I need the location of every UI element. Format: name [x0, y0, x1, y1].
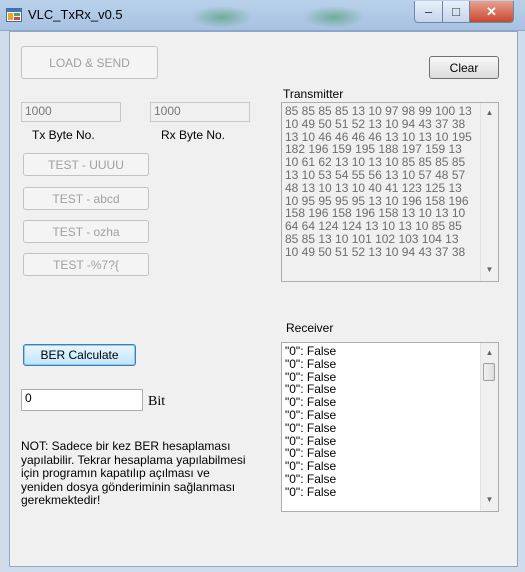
transmitter-line: 48 13 10 13 10 40 41 123 125 13 [285, 180, 462, 195]
tx-byte-label: Tx Byte No. [32, 128, 95, 142]
test-ozha-button[interactable]: TEST - ozha [23, 220, 149, 243]
rx-byte-field[interactable]: 1000 [150, 102, 250, 122]
receiver-textbox[interactable]: "0": False "0": False "0": False "0": False… [281, 342, 499, 512]
receiver-line: "0": False [285, 420, 337, 435]
window-title: VLC_TxRx_v0.5 [28, 7, 123, 22]
receiver-content: "0": False "0": False "0": False "0": False… [285, 345, 478, 499]
receiver-label: Receiver [286, 321, 334, 335]
receiver-line: "0": False [285, 356, 337, 371]
transmitter-textbox[interactable]: 85 85 85 85 13 10 97 98 99 100 13 10 49 5… [281, 102, 499, 282]
transmitter-line: 85 85 13 10 101 102 103 104 13 [285, 231, 459, 246]
minimize-button[interactable]: – [414, 1, 443, 23]
scroll-up-icon[interactable]: ▲ [481, 347, 498, 360]
transmitter-content: 85 85 85 85 13 10 97 98 99 100 13 10 49 5… [285, 105, 478, 259]
transmitter-label: Transmitter [283, 87, 344, 101]
scroll-up-icon[interactable]: ▲ [481, 107, 498, 120]
receiver-line: "0": False [285, 484, 337, 499]
title-glow-decoration [190, 6, 254, 28]
note-line: NOT: Sadece bir kez BER hesaplaması [21, 439, 231, 453]
ber-unit-label: Bit [148, 394, 166, 409]
note-text: NOT: Sadece bir kez BER hesaplaması yapıl… [21, 439, 246, 508]
receiver-line: "0": False [285, 407, 337, 422]
transmitter-line: 10 49 50 51 52 13 10 94 43 37 38 [285, 244, 466, 259]
scroll-down-icon[interactable]: ▼ [481, 264, 498, 277]
close-icon: ✕ [486, 3, 497, 19]
load-send-button[interactable]: LOAD & SEND [21, 46, 158, 79]
note-line: yapılabilir. Tekrar hesaplama yapılabilm… [21, 452, 246, 467]
transmitter-line: 85 85 85 85 13 10 97 98 99 100 13 [285, 104, 472, 118]
app-window-icon [6, 8, 22, 22]
tx-byte-field[interactable]: 1000 [21, 102, 121, 122]
test-special-button[interactable]: TEST -%7?{ [23, 253, 149, 276]
scrollbar-thumb[interactable] [483, 363, 495, 381]
minimize-icon: – [424, 4, 433, 19]
clear-button[interactable]: Clear [429, 56, 499, 79]
ber-value-field[interactable]: 0 [21, 389, 143, 411]
test-abcd-button[interactable]: TEST - abcd [23, 187, 149, 210]
scroll-down-icon[interactable]: ▼ [481, 494, 498, 507]
receiver-line: "0": False [285, 471, 337, 486]
transmitter-scrollbar[interactable]: ▲ ▼ [480, 103, 498, 281]
test-uuuu-button[interactable]: TEST - UUUU [23, 153, 149, 176]
note-line: yeniden dosya gönderiminin sağlanması [21, 479, 236, 494]
note-line: için programın kapatılıp açılması ve [21, 466, 210, 480]
close-button[interactable]: ✕ [469, 1, 514, 23]
maximize-icon: □ [452, 4, 460, 19]
note-line: gerekmektedir! [21, 493, 101, 507]
receiver-line: "0": False [285, 344, 337, 358]
maximize-button[interactable]: □ [442, 1, 470, 23]
title-glow-decoration [302, 6, 366, 28]
transmitter-line: 13 10 53 54 55 56 13 10 57 48 57 [285, 167, 466, 182]
rx-byte-label: Rx Byte No. [161, 128, 226, 142]
transmitter-line: 10 49 50 51 52 13 10 94 43 37 38 [285, 116, 466, 131]
ber-calculate-button[interactable]: BER Calculate [23, 344, 136, 366]
receiver-scrollbar[interactable]: ▲ ▼ [480, 343, 498, 511]
